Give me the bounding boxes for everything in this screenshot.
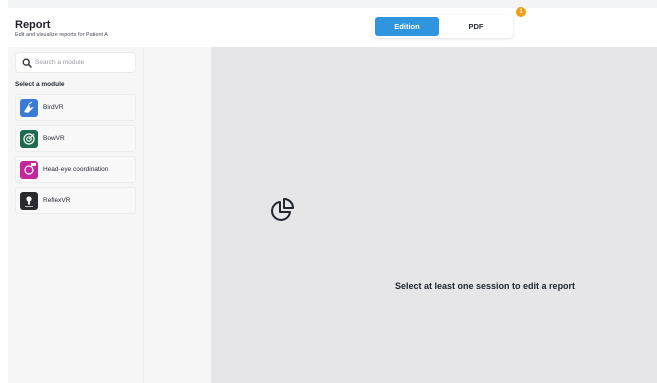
- module-item-reflexvr[interactable]: ReflexVR: [15, 187, 136, 214]
- page-subtitle: Edit and visualize reports for Patient A: [15, 32, 108, 38]
- module-item-bowvr[interactable]: BowVR: [15, 125, 136, 152]
- module-label: BowVR: [43, 135, 65, 142]
- pie-chart-icon: [271, 198, 294, 221]
- bird-icon: [20, 99, 38, 117]
- mode-toggle: Edition PDF: [373, 15, 513, 38]
- module-label: BirdVR: [43, 104, 64, 111]
- session-panel: [144, 47, 211, 383]
- report-header: Report Edit and visualize reports for Pa…: [8, 8, 657, 47]
- module-label: ReflexVR: [43, 197, 71, 204]
- search-input[interactable]: [35, 56, 131, 69]
- search-icon: [22, 58, 32, 68]
- pdf-button[interactable]: PDF: [443, 17, 509, 36]
- eye-icon: [20, 161, 38, 179]
- page-title: Report: [15, 19, 51, 31]
- edition-button[interactable]: Edition: [375, 17, 439, 36]
- top-strip: [8, 0, 657, 8]
- module-label: Head-eye coordination: [43, 166, 109, 173]
- target-icon: [20, 130, 38, 148]
- module-item-head-eye-coordination[interactable]: Head-eye coordination: [15, 156, 136, 183]
- module-item-birdvr[interactable]: BirdVR: [15, 94, 136, 121]
- empty-state-message: Select at least one session to edit a re…: [395, 281, 576, 291]
- bulb-icon: [20, 192, 38, 210]
- section-label: Select a module: [15, 81, 65, 88]
- search-box[interactable]: [15, 52, 136, 73]
- notification-badge: 1: [516, 7, 526, 17]
- module-sidebar: Select a module BirdVR BowVR Head-e: [8, 47, 144, 383]
